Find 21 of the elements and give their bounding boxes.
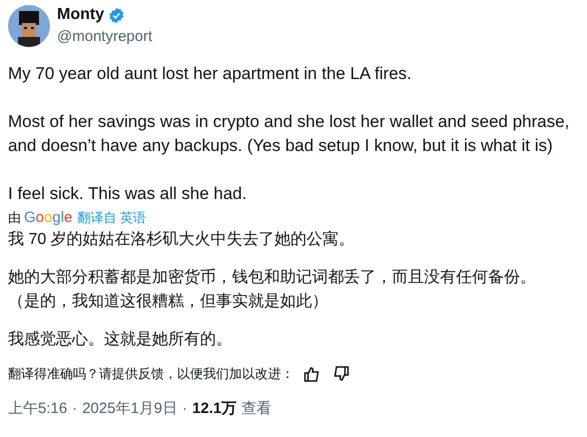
post-text: I feel sick. This was all she had. — [8, 183, 248, 205]
separator-dot: · — [72, 398, 78, 418]
translated-text: 她的大部分积蓄都是加密货币，钱包和助记词都丢了，而且没有任何备份。（是的，我知道这很糟糕，但事实就是如此） — [8, 268, 537, 312]
translated-text: 我 70 岁的姑姑在洛杉矶大火中失去了她的公寓。 — [8, 230, 356, 250]
pixel-character-drawing — [15, 11, 43, 47]
views-label: 查看 — [241, 398, 272, 418]
post-time[interactable]: 上午5:16 — [8, 398, 68, 420]
post-date[interactable]: 2025年1月9日 — [82, 398, 178, 420]
google-logo: Google — [24, 208, 72, 228]
thumbs-down-icon[interactable] — [333, 366, 349, 382]
view-count: 12.1万 — [192, 398, 236, 418]
translated-text: 我感觉恶心。这就是她所有的。 — [8, 330, 233, 350]
separator-dot: · — [182, 398, 188, 418]
avatar[interactable] — [8, 5, 50, 47]
author-handle[interactable]: @montyreport — [57, 27, 152, 47]
post-text: My 70 year old aunt lost her apartment in the LA fires. — [8, 63, 412, 85]
feedback-prompt: 翻译得准确吗？请提供反馈，以便我们加以改进： — [8, 365, 294, 383]
post-text: Most of her savings was in crypto and she lost her wallet and seed phrase, and doesn’t have any backups. (Yes bad setup I know, but it is what it is) — [8, 111, 570, 157]
translated-by-label: 由 — [8, 209, 21, 227]
thumbs-up-icon[interactable] — [304, 366, 320, 382]
author-name[interactable]: Monty — [57, 5, 104, 25]
